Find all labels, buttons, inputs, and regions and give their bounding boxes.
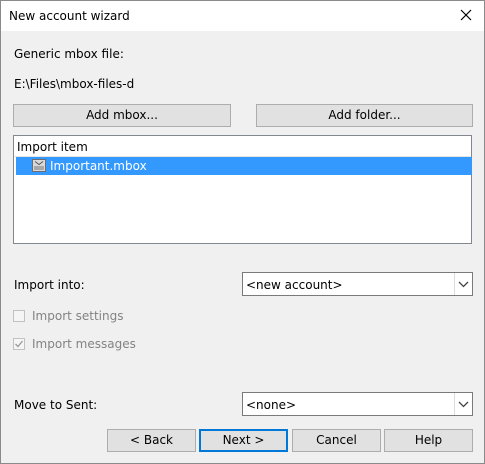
- title-bar: New account wizard: [1, 1, 484, 31]
- import-item-header-label: Import item: [17, 140, 88, 154]
- next-button[interactable]: Next >: [199, 429, 288, 452]
- import-into-label: Import into:: [14, 278, 85, 292]
- move-to-sent-dropdown-arrow[interactable]: [454, 393, 472, 415]
- import-into-dropdown-arrow[interactable]: [454, 273, 472, 295]
- wizard-window: New account wizard Generic mbox file: E:…: [0, 0, 485, 464]
- help-button[interactable]: Help: [384, 429, 473, 452]
- add-folder-button[interactable]: Add folder...: [256, 104, 473, 127]
- import-messages-label: Import messages: [32, 337, 136, 351]
- list-item-label: Important.mbox: [50, 159, 147, 173]
- chevron-down-icon: [458, 281, 469, 288]
- check-icon: [15, 340, 24, 348]
- source-path: E:\Files\mbox-files-d: [14, 77, 135, 91]
- import-messages-checkbox[interactable]: [13, 338, 25, 350]
- import-item-column-header[interactable]: Import item: [14, 136, 471, 157]
- cancel-button[interactable]: Cancel: [292, 429, 381, 452]
- import-into-value: <new account>: [246, 278, 343, 292]
- mbox-file-icon: [32, 159, 46, 172]
- add-mbox-button[interactable]: Add mbox...: [13, 104, 231, 127]
- source-type-label: Generic mbox file:: [14, 47, 124, 61]
- close-button[interactable]: [454, 4, 478, 28]
- move-to-sent-label: Move to Sent:: [14, 398, 98, 412]
- import-item-list[interactable]: Import item Important.mbox: [13, 135, 472, 244]
- move-to-sent-value: <none>: [246, 398, 297, 412]
- move-to-sent-dropdown[interactable]: <none>: [242, 392, 473, 416]
- window-title: New account wizard: [9, 9, 130, 23]
- import-settings-label: Import settings: [32, 309, 124, 323]
- back-button[interactable]: < Back: [107, 429, 196, 452]
- list-item[interactable]: Important.mbox: [16, 157, 472, 175]
- import-into-dropdown[interactable]: <new account>: [242, 272, 473, 296]
- import-settings-checkbox[interactable]: [13, 310, 25, 322]
- close-icon: [460, 9, 472, 21]
- chevron-down-icon: [458, 401, 469, 408]
